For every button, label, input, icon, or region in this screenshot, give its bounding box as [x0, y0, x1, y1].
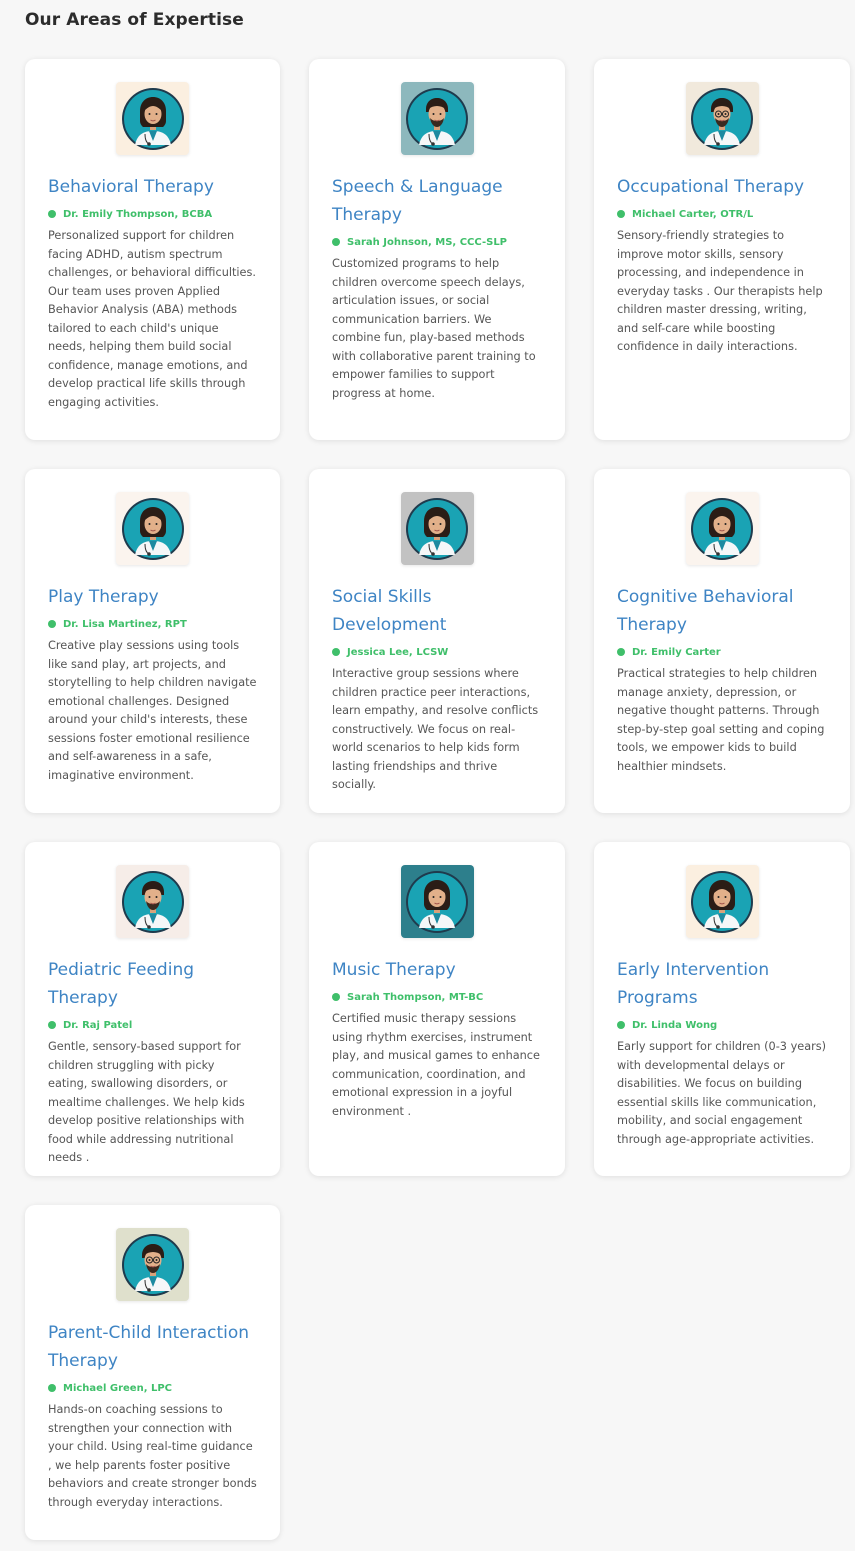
status-dot-icon	[48, 210, 56, 218]
card-title[interactable]: Speech & Language Therapy	[332, 173, 542, 229]
expertise-card[interactable]: Speech & Language Therapy Sarah Johnson,…	[309, 59, 565, 440]
expertise-card[interactable]: Behavioral Therapy Dr. Emily Thompson, B…	[25, 59, 280, 440]
status-dot-icon	[332, 238, 340, 246]
female-doctor-icon	[405, 870, 469, 934]
avatar-4	[116, 492, 189, 565]
therapist-line: Dr. Linda Wong	[617, 1018, 827, 1032]
card-title[interactable]: Play Therapy	[48, 583, 257, 611]
card-title[interactable]: Cognitive Behavioral Therapy	[617, 583, 827, 639]
card-title[interactable]: Behavioral Therapy	[48, 173, 257, 201]
card-description: Customized programs to help children ove…	[332, 257, 536, 400]
expertise-card[interactable]: Play Therapy Dr. Lisa Martinez, RPT Crea…	[25, 469, 280, 813]
avatar-8	[400, 865, 474, 938]
expertise-card[interactable]: Music Therapy Sarah Thompson, MT-BC Cert…	[309, 842, 565, 1176]
male-doctor-glasses-icon	[121, 1233, 185, 1297]
card-description: Creative play sessions using tools like …	[48, 639, 257, 782]
therapist-name: Sarah Johnson, MS, CCC-SLP	[347, 236, 508, 248]
avatar-7	[116, 865, 189, 938]
female-doctor-icon	[690, 870, 754, 934]
therapist-name: Dr. Emily Thompson, BCBA	[63, 208, 213, 220]
card-title[interactable]: Early Intervention Programs	[617, 956, 827, 1012]
card-title[interactable]: Parent-Child Interaction Therapy	[48, 1319, 257, 1375]
card-title[interactable]: Occupational Therapy	[617, 173, 827, 201]
male-doctor-glasses-icon	[690, 87, 754, 151]
card-description: Early support for children (0-3 years) w…	[617, 1040, 827, 1146]
status-dot-icon	[617, 210, 625, 218]
female-doctor-icon	[121, 87, 185, 151]
avatar-9	[685, 865, 759, 938]
therapist-name: Dr. Linda Wong	[632, 1019, 718, 1031]
card-description: Personalized support for children facing…	[48, 229, 256, 409]
therapist-line: Sarah Thompson, MT-BC	[332, 990, 542, 1004]
therapist-line: Dr. Emily Carter	[617, 645, 827, 659]
female-doctor-icon	[405, 497, 469, 561]
male-doctor-icon	[405, 87, 469, 151]
therapist-line: Dr. Emily Thompson, BCBA	[48, 207, 257, 221]
therapist-name: Dr. Lisa Martinez, RPT	[63, 618, 187, 630]
expertise-card[interactable]: Social Skills Development Jessica Lee, L…	[309, 469, 565, 813]
female-doctor-icon	[121, 497, 185, 561]
card-title[interactable]: Pediatric Feeding Therapy	[48, 956, 257, 1012]
card-description: Gentle, sensory-based support for childr…	[48, 1040, 245, 1164]
therapist-name: Michael Green, LPC	[63, 1382, 173, 1394]
expertise-card[interactable]: Parent-Child Interaction Therapy Michael…	[25, 1205, 280, 1540]
card-description: Interactive group sessions where childre…	[332, 667, 539, 791]
status-dot-icon	[617, 1021, 625, 1029]
avatar-3	[685, 82, 759, 155]
therapist-name: Jessica Lee, LCSW	[347, 646, 449, 658]
therapist-line: Michael Green, LPC	[48, 1381, 257, 1395]
expertise-card[interactable]: Cognitive Behavioral Therapy Dr. Emily C…	[594, 469, 850, 813]
card-description: Hands-on coaching sessions to strengthen…	[48, 1403, 257, 1509]
therapist-name: Michael Carter, OTR/L	[632, 208, 754, 220]
therapist-name: Dr. Emily Carter	[632, 646, 721, 658]
therapist-line: Sarah Johnson, MS, CCC-SLP	[332, 235, 542, 249]
therapist-name: Sarah Thompson, MT-BC	[347, 991, 484, 1003]
expertise-card[interactable]: Early Intervention Programs Dr. Linda Wo…	[594, 842, 850, 1176]
avatar-5	[400, 492, 474, 565]
status-dot-icon	[48, 1384, 56, 1392]
status-dot-icon	[48, 1021, 56, 1029]
expertise-card[interactable]: Occupational Therapy Michael Carter, OTR…	[594, 59, 850, 440]
status-dot-icon	[48, 620, 56, 628]
avatar-10	[116, 1228, 189, 1301]
male-doctor-icon	[121, 870, 185, 934]
expertise-card[interactable]: Pediatric Feeding Therapy Dr. Raj Patel …	[25, 842, 280, 1176]
card-description: Certified music therapy sessions using r…	[332, 1012, 540, 1118]
status-dot-icon	[332, 993, 340, 1001]
avatar-6	[685, 492, 759, 565]
therapist-name: Dr. Raj Patel	[63, 1019, 133, 1031]
therapist-line: Michael Carter, OTR/L	[617, 207, 827, 221]
card-title[interactable]: Music Therapy	[332, 956, 542, 984]
female-doctor-icon	[690, 497, 754, 561]
avatar-1	[116, 82, 189, 155]
card-description: Sensory-friendly strategies to improve m…	[617, 229, 823, 353]
section-title: Our Areas of Expertise	[25, 10, 244, 30]
status-dot-icon	[332, 648, 340, 656]
avatar-2	[400, 82, 474, 155]
therapist-line: Dr. Lisa Martinez, RPT	[48, 617, 257, 631]
therapist-line: Dr. Raj Patel	[48, 1018, 257, 1032]
status-dot-icon	[617, 648, 625, 656]
therapist-line: Jessica Lee, LCSW	[332, 645, 542, 659]
card-title[interactable]: Social Skills Development	[332, 583, 542, 639]
expertise-grid: Behavioral Therapy Dr. Emily Thompson, B…	[25, 59, 850, 1540]
card-description: Practical strategies to help children ma…	[617, 667, 825, 773]
